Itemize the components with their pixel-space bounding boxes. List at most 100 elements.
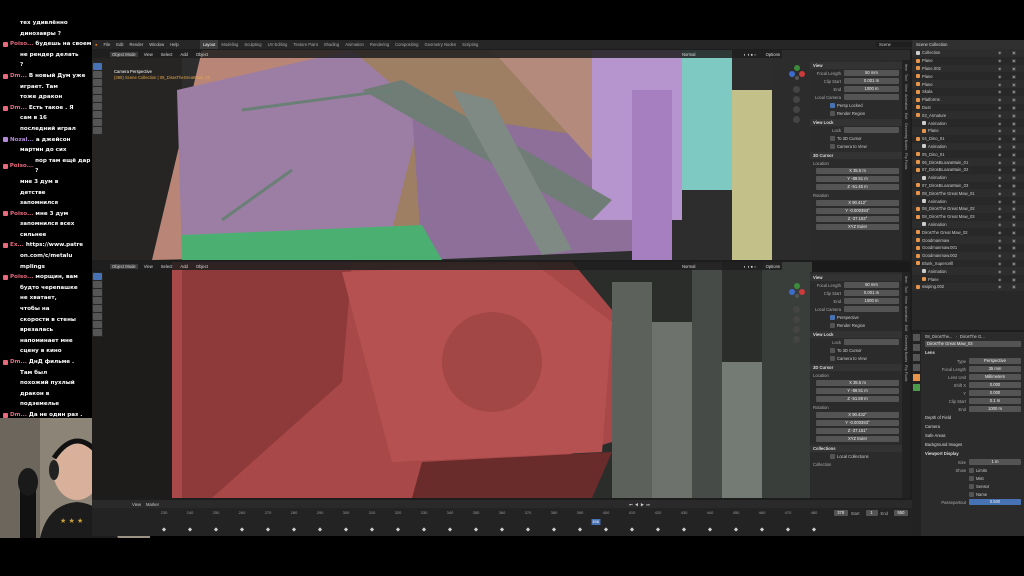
- chat-username[interactable]: Poiso...: [10, 209, 33, 220]
- chat-username[interactable]: Poiso...: [10, 39, 33, 50]
- np-top-viewlock-title[interactable]: View Lock: [810, 119, 902, 126]
- keyframe-marker[interactable]: [525, 527, 531, 532]
- playback-controls[interactable]: ⏮◀▶⏭: [629, 502, 652, 507]
- chat-username[interactable]: Poiso...: [10, 272, 33, 283]
- checkbox-icon[interactable]: [969, 475, 974, 481]
- np-bot-lock-field[interactable]: [844, 339, 899, 345]
- checkbox-icon[interactable]: [969, 467, 974, 473]
- output-props-icon[interactable]: [913, 354, 920, 361]
- np-top-end-field[interactable]: 1000 m: [844, 86, 899, 92]
- npanel-tab-view[interactable]: View: [904, 84, 908, 92]
- visibility-eye-icon[interactable]: ◉: [998, 160, 1010, 165]
- np-bot-persp-check[interactable]: Perspective: [810, 313, 902, 321]
- render-camera-icon[interactable]: ▣: [1012, 175, 1024, 180]
- np-bot-local-collections-check[interactable]: Local Collections: [810, 452, 902, 460]
- visibility-eye-icon[interactable]: ◉: [998, 136, 1010, 141]
- keyframe-marker[interactable]: [655, 527, 661, 532]
- visibility-eye-icon[interactable]: ◉: [998, 144, 1010, 149]
- npanel-tab-edit[interactable]: Edit: [904, 113, 908, 119]
- render-camera-icon[interactable]: ▣: [1012, 206, 1024, 211]
- np-top-loc-x-field[interactable]: X 35.5 m: [816, 168, 899, 174]
- outliner-row[interactable]: Animation ◉ ▣: [912, 197, 1024, 205]
- np-bot-view-title[interactable]: View: [810, 274, 902, 281]
- workspace-tab-uv-editing[interactable]: UV Editing: [265, 40, 291, 49]
- end-frame-field[interactable]: 550: [894, 510, 908, 516]
- render-camera-icon[interactable]: ▣: [1012, 222, 1024, 227]
- props-shiftx-field[interactable]: 0.000: [969, 382, 1021, 388]
- visibility-eye-icon[interactable]: ◉: [998, 113, 1010, 118]
- outliner-row[interactable]: 08_DirosThe Great Maw_01 ◉ ▣: [912, 189, 1024, 198]
- navigation-gizmo-icon[interactable]: [788, 64, 806, 82]
- npanel-tab-flip-fluids[interactable]: Flip Fluids: [904, 153, 908, 169]
- npanel-tab-view[interactable]: View: [904, 296, 908, 304]
- outliner-row[interactable]: Plane ◉ ▣: [912, 126, 1024, 135]
- visibility-eye-icon[interactable]: ◉: [998, 152, 1010, 157]
- props-lensunit-dropdown[interactable]: Millimeters: [969, 374, 1021, 380]
- visibility-eye-icon[interactable]: ◉: [998, 214, 1010, 219]
- np-bot-euler-field[interactable]: XYZ Euler: [816, 436, 899, 442]
- viewport-options-button[interactable]: Options: [764, 52, 782, 57]
- props-size-field[interactable]: 1 m: [969, 459, 1021, 465]
- chat-username[interactable]: Ex...: [10, 240, 24, 251]
- vp-menu-view[interactable]: View: [142, 52, 155, 57]
- transform-tool-icon[interactable]: [93, 313, 102, 320]
- outliner-row[interactable]: swiping.002 ◉ ▣: [912, 282, 1024, 291]
- outliner-row[interactable]: DirosThe Great Maw_02 ◉ ▣: [912, 228, 1024, 236]
- mode-selector[interactable]: Object Mode: [110, 51, 138, 57]
- visibility-eye-icon[interactable]: ◉: [998, 253, 1010, 258]
- menu-file[interactable]: File: [101, 42, 114, 47]
- visibility-eye-icon[interactable]: ◉: [998, 66, 1010, 71]
- npanel-tab-animation[interactable]: Animation: [904, 94, 908, 110]
- np-top-lock-field[interactable]: [844, 127, 899, 133]
- visibility-eye-icon[interactable]: ◉: [998, 245, 1010, 250]
- workspace-tab-modeling[interactable]: Modeling: [218, 40, 241, 49]
- playhead[interactable]: 396: [591, 519, 601, 525]
- visibility-eye-icon[interactable]: ◉: [998, 167, 1010, 172]
- chat-username[interactable]: Dm...: [10, 410, 27, 418]
- chat-username[interactable]: Poiso...: [10, 161, 33, 172]
- render-camera-icon[interactable]: ▣: [1012, 66, 1024, 71]
- props-clipstart-field[interactable]: 0.1 m: [969, 398, 1021, 404]
- annotate-tool-icon[interactable]: [93, 111, 102, 118]
- mode-selector[interactable]: Object Mode: [110, 263, 138, 269]
- keyframe-marker[interactable]: [707, 527, 713, 532]
- render-camera-icon[interactable]: ▣: [1012, 167, 1024, 172]
- zoom-icon[interactable]: [793, 306, 800, 313]
- viewport-top[interactable]: Object Mode View Select Add Object Norma…: [92, 50, 910, 260]
- ortho-toggle-icon[interactable]: [793, 116, 800, 123]
- keyframe-marker[interactable]: [629, 527, 635, 532]
- np-bot-localcam-field[interactable]: [844, 306, 899, 312]
- np-bot-to-cursor-check[interactable]: To 3D Cursor: [810, 346, 902, 354]
- props-object-name-field[interactable]: DirosThe Great Maw_03: [925, 341, 1021, 347]
- scale-tool-icon[interactable]: [93, 95, 102, 102]
- keyframe-marker[interactable]: [239, 527, 245, 532]
- np-top-euler-field[interactable]: XYZ Euler: [816, 224, 899, 230]
- visibility-eye-icon[interactable]: ◉: [998, 269, 1010, 274]
- render-camera-icon[interactable]: ▣: [1012, 82, 1024, 87]
- menu-render[interactable]: Render: [127, 42, 147, 47]
- visibility-eye-icon[interactable]: ◉: [998, 175, 1010, 180]
- rotate-tool-icon[interactable]: [93, 87, 102, 94]
- render-props-icon[interactable]: [913, 344, 920, 351]
- outliner-row[interactable]: Animation ◉ ▣: [912, 173, 1024, 182]
- render-camera-icon[interactable]: ▣: [1012, 113, 1024, 118]
- props-passepartout-field[interactable]: 0.500: [969, 499, 1021, 505]
- render-camera-icon[interactable]: ▣: [1012, 183, 1024, 188]
- props-section-safe-areas[interactable]: Safe Areas: [922, 431, 1024, 440]
- np-top-to-cursor-check[interactable]: To 3D Cursor: [810, 134, 902, 142]
- timeline[interactable]: View Marker ⏮◀▶⏭ 230 240 250 260 270 280 290 30…: [92, 500, 912, 536]
- timeline-menu-view[interactable]: View: [132, 502, 141, 507]
- outliner-row[interactable]: 03_Armature ◉ ▣: [912, 111, 1024, 120]
- render-camera-icon[interactable]: ▣: [1012, 245, 1024, 250]
- transform-orientation[interactable]: Normal: [680, 52, 698, 57]
- object-props-icon[interactable]: [913, 374, 920, 381]
- np-bot-viewlock-title[interactable]: View Lock: [810, 331, 902, 338]
- start-frame-field[interactable]: 1: [865, 510, 878, 516]
- np-top-cursor-title[interactable]: 3D Cursor: [810, 152, 902, 159]
- outliner-row[interactable]: Goodmanmaw.002 ◉ ▣: [912, 251, 1024, 260]
- outliner-row[interactable]: Animation ◉ ▣: [912, 220, 1024, 229]
- render-camera-icon[interactable]: ▣: [1012, 277, 1024, 282]
- workspace-tab-animation[interactable]: Animation: [342, 40, 367, 49]
- outliner-row[interactable]: Platforms ◉ ▣: [912, 95, 1024, 104]
- props-focal-field[interactable]: 35 mm: [969, 366, 1021, 372]
